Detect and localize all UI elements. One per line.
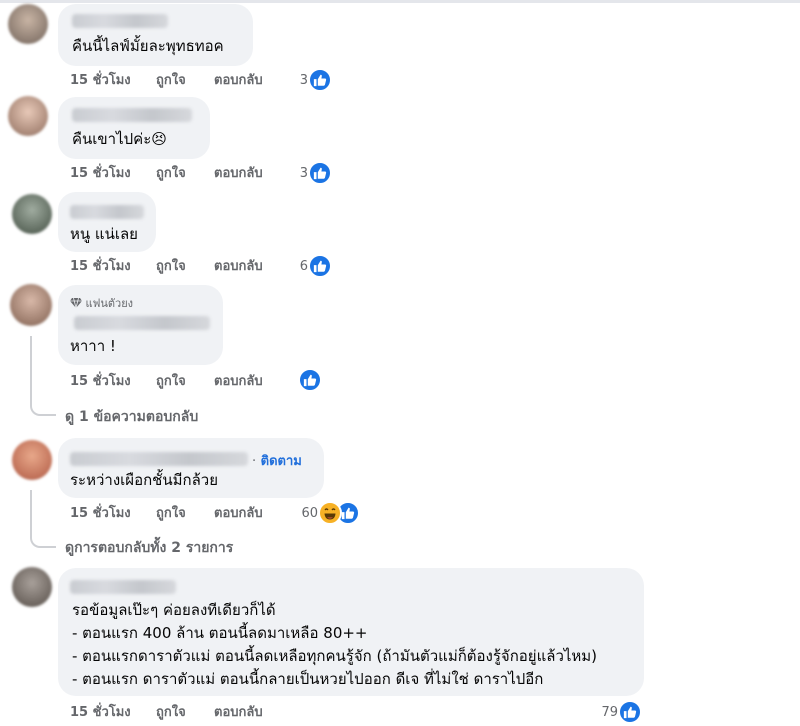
reply-button[interactable]: ตอบกลับ	[214, 165, 263, 183]
timestamp[interactable]: 15 ชั่วโมง	[70, 704, 131, 722]
avatar[interactable]	[8, 96, 48, 136]
reaction-count[interactable]: 79	[594, 703, 618, 723]
timestamp[interactable]: 15 ชั่วโมง	[70, 373, 131, 391]
comment-bubble	[58, 97, 210, 159]
comment-text: ระหว่างเผือกชั้นมีกล้วย	[70, 471, 218, 489]
comment-actions: 15 ชั่วโมง ถูกใจ ตอบกลับ	[70, 704, 270, 722]
like-button[interactable]: ถูกใจ	[156, 373, 186, 391]
like-button[interactable]: ถูกใจ	[156, 72, 186, 90]
avatar[interactable]	[10, 284, 52, 326]
commenter-name[interactable]	[72, 108, 192, 122]
reply-button[interactable]: ตอบกลับ	[214, 505, 263, 523]
fan-badge[interactable]: แฟนตัวยง	[70, 294, 133, 312]
comment-text: หนู แน่เลย	[70, 225, 138, 243]
reaction-count[interactable]: 3	[288, 71, 308, 91]
timestamp[interactable]: 15 ชั่วโมง	[70, 72, 131, 90]
comment-line: รอข้อมูลเป๊ะๆ ค่อยลงทีเดียวก็ได้	[72, 601, 276, 619]
like-button[interactable]: ถูกใจ	[156, 165, 186, 183]
reply-button[interactable]: ตอบกลับ	[214, 258, 263, 276]
comment-text: หาาา !	[70, 337, 116, 355]
top-divider	[0, 0, 800, 3]
comment-text: คืนนี้ไลฟ์มั้ยละพุทธทอค	[72, 37, 224, 55]
separator-dot: ·	[252, 454, 257, 469]
thread-connector	[30, 336, 56, 416]
thread-connector	[30, 490, 56, 548]
timestamp[interactable]: 15 ชั่วโมง	[70, 258, 131, 276]
like-reaction-icon[interactable]	[298, 368, 322, 392]
diamond-icon	[70, 297, 82, 309]
comment-actions: 15 ชั่วโมง ถูกใจ ตอบกลับ	[70, 258, 270, 276]
follow-label: ติดตาม	[260, 454, 302, 469]
like-button[interactable]: ถูกใจ	[156, 505, 186, 523]
reaction-count[interactable]: 3	[288, 164, 308, 184]
avatar[interactable]	[12, 440, 52, 480]
badge-label: แฟนตัวยง	[85, 297, 134, 310]
timestamp[interactable]: 15 ชั่วโมง	[70, 165, 131, 183]
comment-line: - ตอนแรก 400 ล้าน ตอนนี้ลดมาเหลือ 80++	[72, 624, 368, 642]
commenter-name[interactable]	[70, 580, 176, 594]
comment-actions: 15 ชั่วโมง ถูกใจ ตอบกลับ	[70, 373, 270, 391]
reply-button[interactable]: ตอบกลับ	[214, 72, 263, 90]
reply-button[interactable]: ตอบกลับ	[214, 704, 263, 722]
like-button[interactable]: ถูกใจ	[156, 704, 186, 722]
commenter-name[interactable]	[70, 205, 144, 219]
view-replies-link[interactable]: ดูการตอบกลับทั้ง 2 รายการ	[65, 537, 233, 559]
reaction-count[interactable]: 60	[294, 504, 318, 524]
follow-button[interactable]: · ติดตาม	[252, 450, 302, 471]
like-reaction-icon[interactable]	[618, 700, 642, 724]
like-reaction-icon[interactable]	[308, 254, 332, 278]
like-button[interactable]: ถูกใจ	[156, 258, 186, 276]
commenter-name[interactable]	[72, 14, 168, 28]
comment-actions: 15 ชั่วโมง ถูกใจ ตอบกลับ	[70, 165, 270, 183]
comment-actions: 15 ชั่วโมง ถูกใจ ตอบกลับ	[70, 72, 270, 90]
avatar[interactable]	[12, 194, 52, 234]
like-reaction-icon[interactable]	[308, 68, 332, 92]
commenter-name[interactable]	[74, 316, 210, 330]
avatar[interactable]	[12, 567, 52, 607]
like-reaction-icon[interactable]	[308, 161, 332, 185]
reaction-count[interactable]: 6	[288, 257, 308, 277]
view-replies-link[interactable]: ดู 1 ข้อความตอบกลับ	[65, 406, 198, 428]
haha-reaction-icon[interactable]	[318, 501, 342, 525]
reply-button[interactable]: ตอบกลับ	[214, 373, 263, 391]
comment-text: คืนเขาไปค่ะ😣	[72, 130, 167, 148]
comment-actions: 15 ชั่วโมง ถูกใจ ตอบกลับ	[70, 505, 270, 523]
commenter-name[interactable]	[70, 452, 248, 466]
timestamp[interactable]: 15 ชั่วโมง	[70, 505, 131, 523]
avatar[interactable]	[8, 4, 48, 44]
comment-line: - ตอนแรก ดาราตัวแม่ ตอนนี้กลายเป็นหวยไปอ…	[72, 670, 544, 688]
comment-line: - ตอนแรกดาราตัวแม่ ตอนนี้ลดเหลือทุกคนรู้…	[72, 647, 598, 665]
